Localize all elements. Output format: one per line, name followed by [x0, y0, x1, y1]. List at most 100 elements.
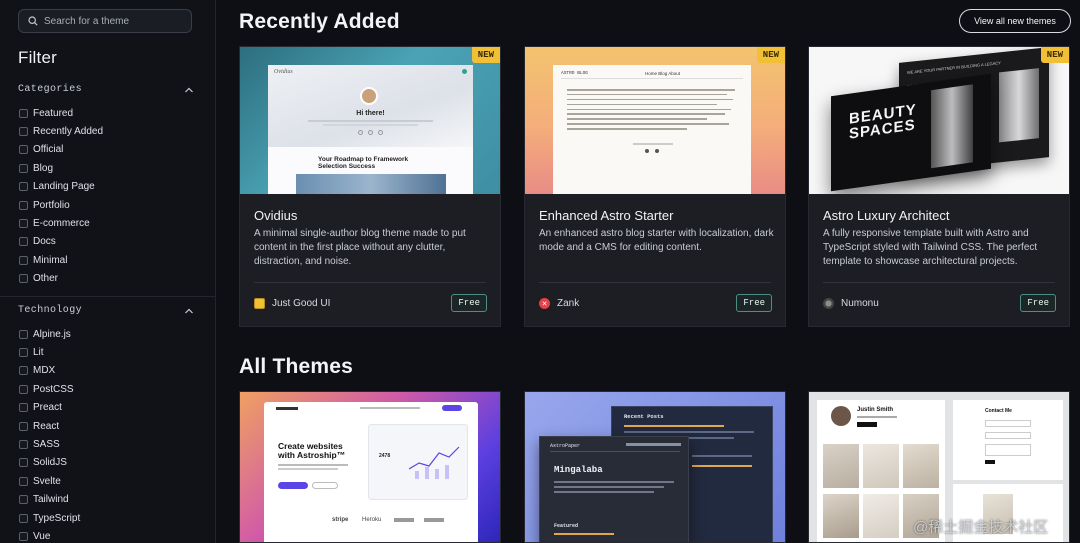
- category-landing-page[interactable]: Landing Page: [19, 178, 103, 196]
- technology-tailwind[interactable]: Tailwind: [19, 491, 80, 509]
- technology-postcss[interactable]: PostCSS: [19, 380, 80, 398]
- technology-sass[interactable]: SASS: [19, 435, 80, 453]
- technology-svelte[interactable]: Svelte: [19, 472, 80, 490]
- search-input[interactable]: [44, 15, 184, 27]
- preview-contact: Contact Me: [985, 408, 1012, 414]
- checkbox[interactable]: [19, 200, 28, 210]
- preview-text-line: [567, 113, 725, 115]
- checkbox[interactable]: [19, 384, 28, 394]
- dot-icon: [462, 69, 467, 74]
- filter-option-label: Landing Page: [33, 181, 95, 193]
- theme-preview-enhanced-astro-starter[interactable]: ASTRO BLOG Home Blog About: [525, 47, 785, 194]
- categories-toggle[interactable]: Categories: [18, 84, 194, 95]
- theme-title[interactable]: Ovidius: [254, 208, 297, 223]
- filter-option-label: Docs: [33, 236, 56, 248]
- preview-page: Create websites with Astroship™ 2478 str…: [264, 402, 478, 542]
- technology-solidjs[interactable]: SolidJS: [19, 454, 80, 472]
- author-avatar-icon: [823, 298, 834, 309]
- filter-option-label: TypeScript: [33, 512, 81, 524]
- avatar: [360, 87, 378, 105]
- search-box[interactable]: [18, 9, 192, 33]
- theme-author[interactable]: Numonu: [823, 298, 879, 309]
- technology-vue[interactable]: Vue: [19, 527, 80, 543]
- category-minimal[interactable]: Minimal: [19, 251, 103, 269]
- checkbox[interactable]: [19, 329, 28, 339]
- preview-section: Featured: [554, 523, 579, 529]
- theme-preview-astro-luxury-architect[interactable]: WE ARE YOUR PARTNER IN BUILDING A LEGACY…: [809, 47, 1069, 194]
- chevron-up-icon: [185, 308, 193, 313]
- checkbox[interactable]: [19, 403, 28, 413]
- checkbox[interactable]: [19, 421, 28, 431]
- chevron-up-icon: [185, 87, 193, 92]
- theme-card-enhanced-astro-starter[interactable]: ASTRO BLOG Home Blog About NEW Enhanced …: [524, 46, 786, 327]
- theme-card-astro-luxury-architect[interactable]: WE ARE YOUR PARTNER IN BUILDING A LEGACY…: [808, 46, 1070, 327]
- checkbox[interactable]: [19, 513, 28, 523]
- search-icon: [28, 16, 38, 26]
- checkbox[interactable]: [19, 495, 28, 505]
- preview-text-line: [567, 93, 727, 96]
- theme-card-ovidius[interactable]: Ovidius Hi there! Your Roadmap to Framew…: [239, 46, 501, 327]
- category-featured[interactable]: Featured: [19, 104, 103, 122]
- category-recently-added[interactable]: Recently Added: [19, 122, 103, 140]
- preview-text-line: [567, 118, 707, 120]
- category-other[interactable]: Other: [19, 270, 103, 288]
- new-badge: NEW: [756, 47, 785, 63]
- checkbox[interactable]: [19, 255, 28, 265]
- preview-page: Ovidius Hi there! Your Roadmap to Framew…: [268, 65, 473, 194]
- checkbox[interactable]: [19, 163, 28, 173]
- filter-option-label: SolidJS: [33, 457, 67, 469]
- technology-list: Alpine.js Lit MDX PostCSS Preact React SASS Sol…: [19, 325, 80, 543]
- filter-option-label: Vue: [33, 530, 51, 542]
- checkbox[interactable]: [19, 127, 28, 137]
- price-badge: Free: [451, 294, 487, 312]
- technology-lit[interactable]: Lit: [19, 343, 80, 361]
- technology-typescript[interactable]: TypeScript: [19, 509, 80, 527]
- theme-card-astropaper[interactable]: Recent Posts AstroPaper Mingalaba Featur…: [524, 391, 786, 543]
- filter-title: Filter: [18, 48, 57, 67]
- theme-author[interactable]: Just Good UI: [254, 298, 330, 309]
- category-official[interactable]: Official: [19, 141, 103, 159]
- checkbox[interactable]: [19, 182, 28, 192]
- theme-description: A minimal single-author blog theme made …: [254, 228, 466, 267]
- author-name: Zank: [557, 298, 580, 309]
- checkbox[interactable]: [19, 440, 28, 450]
- checkbox[interactable]: [19, 476, 28, 486]
- theme-preview-ovidius[interactable]: Ovidius Hi there! Your Roadmap to Framew…: [240, 47, 500, 194]
- technology-preact[interactable]: Preact: [19, 399, 80, 417]
- category-e-commerce[interactable]: E-commerce: [19, 214, 103, 232]
- checkbox[interactable]: [19, 458, 28, 468]
- technology-alpine-js[interactable]: Alpine.js: [19, 325, 80, 343]
- technology-toggle[interactable]: Technology: [18, 305, 194, 316]
- checkbox[interactable]: [19, 108, 28, 118]
- checkbox[interactable]: [19, 531, 28, 541]
- category-portfolio[interactable]: Portfolio: [19, 196, 103, 214]
- checkbox[interactable]: [19, 366, 28, 376]
- category-docs[interactable]: Docs: [19, 233, 103, 251]
- theme-title[interactable]: Astro Luxury Architect: [823, 208, 949, 223]
- checkbox[interactable]: [19, 348, 28, 358]
- theme-description: An enhanced astro blog starter with loca…: [539, 228, 774, 253]
- sidebar: Filter Categories Featured Recently Added…: [0, 0, 216, 543]
- theme-card-astroship[interactable]: Create websites with Astroship™ 2478 str…: [239, 391, 501, 543]
- preview-greeting: Hi there!: [356, 110, 385, 117]
- checkbox[interactable]: [19, 219, 28, 229]
- category-blog[interactable]: Blog: [19, 159, 103, 177]
- theme-title[interactable]: Enhanced Astro Starter: [539, 208, 673, 223]
- author-name: Just Good UI: [272, 298, 331, 309]
- checkbox[interactable]: [19, 145, 28, 155]
- preview-logo-stripe: stripe: [332, 517, 349, 523]
- technology-react[interactable]: React: [19, 417, 80, 435]
- main-content: Recently Added View all new themes Ovidi…: [216, 0, 1080, 543]
- technology-mdx[interactable]: MDX: [19, 362, 80, 380]
- card-divider: [254, 282, 486, 283]
- card-divider: [539, 282, 771, 283]
- price-badge: Free: [1020, 294, 1056, 312]
- new-badge: NEW: [471, 47, 500, 63]
- theme-author[interactable]: ✕ Zank: [539, 298, 579, 309]
- checkbox[interactable]: [19, 274, 28, 284]
- preview-brand: AstroPaper: [550, 443, 581, 449]
- checkbox[interactable]: [19, 237, 28, 247]
- view-all-new-themes-button[interactable]: View all new themes: [959, 9, 1071, 33]
- category-list: Featured Recently Added Official Blog Landin…: [19, 104, 103, 288]
- watermark: @稀土掘金技术社区: [913, 519, 1049, 536]
